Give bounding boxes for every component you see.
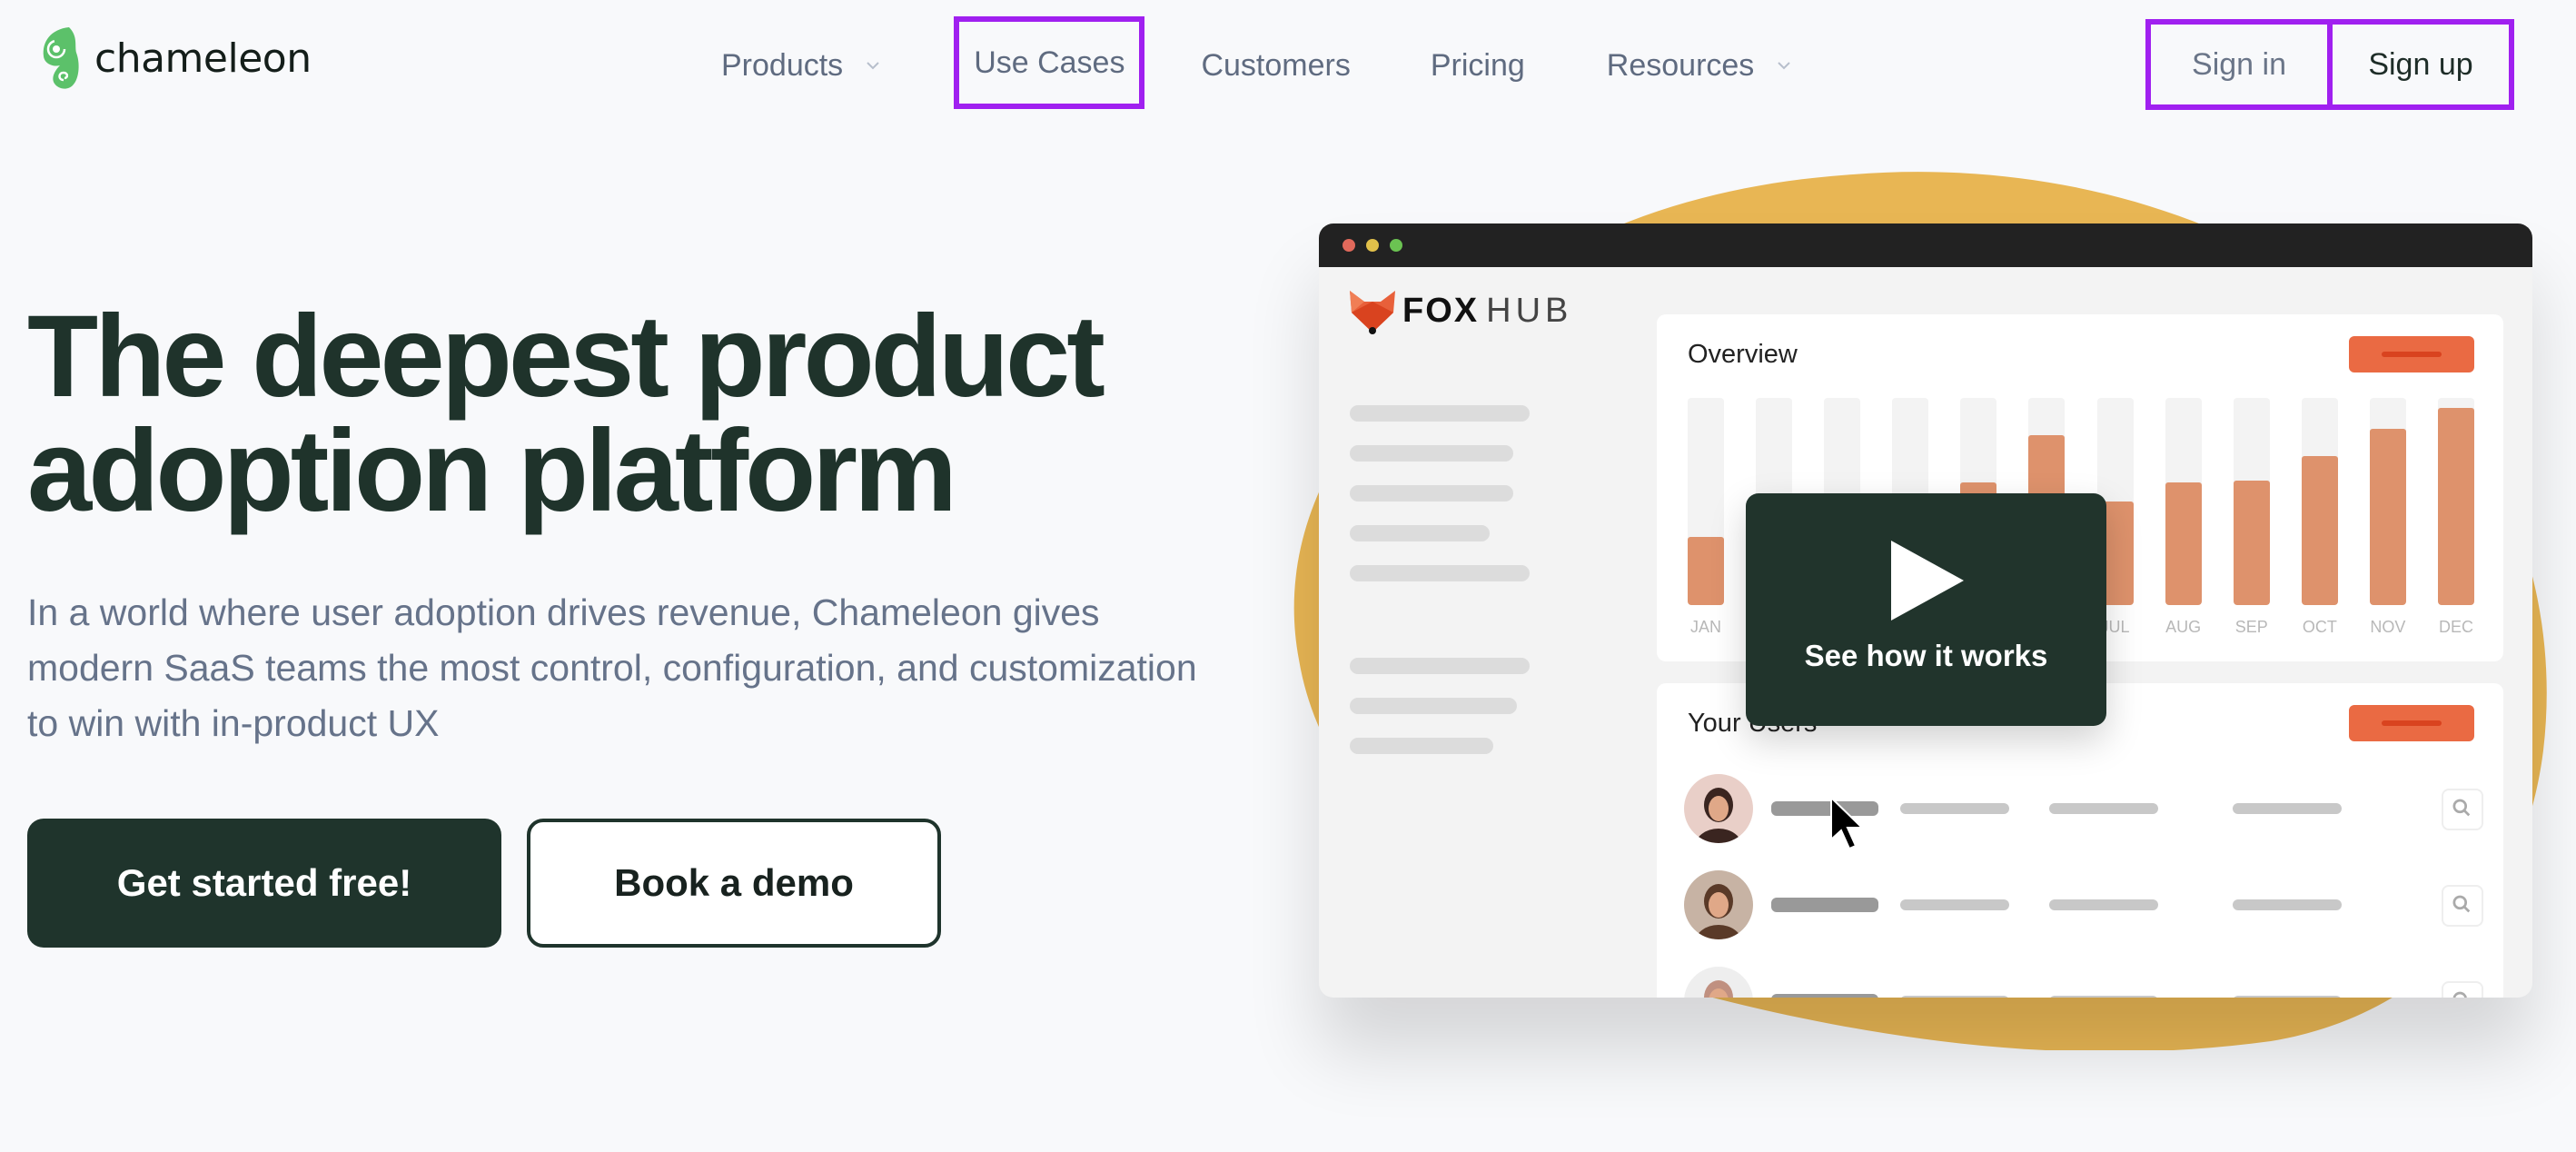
bar-dec [2438, 408, 2474, 605]
user-field-placeholder [2233, 803, 2342, 814]
bar-oct [2301, 455, 2338, 605]
sidebar-placeholder [1350, 565, 1530, 581]
bar-track-sep [2233, 398, 2270, 605]
get-started-button[interactable]: Get started free! [27, 819, 501, 948]
sidebar-placeholder [1350, 698, 1517, 714]
nav-resources[interactable]: Resources [1607, 33, 1793, 98]
bar-label-sep: SEP [2234, 618, 2268, 636]
bar-track-jan [1688, 398, 1724, 605]
nav-customers[interactable]: Customers [1201, 33, 1350, 98]
nav-use-cases-label: Use Cases [974, 45, 1125, 80]
sidebar-placeholder [1350, 405, 1530, 422]
mouse-cursor-icon [1830, 796, 1865, 850]
bar-track-oct [2301, 398, 2338, 605]
window-titlebar [1319, 223, 2532, 267]
search-icon [2452, 991, 2467, 998]
user-search-button[interactable] [2442, 885, 2483, 927]
sidebar-placeholder [1350, 525, 1490, 541]
bar-aug [2165, 482, 2202, 605]
user-field-placeholder [2049, 996, 2158, 998]
user-row[interactable] [1684, 870, 2483, 943]
video-play-card[interactable]: See how it works [1746, 493, 2106, 726]
foxhub-logo: FOX HUB [1350, 287, 1572, 334]
user-field-placeholder [1900, 803, 2009, 814]
main-nav: Products Use Cases Customers Pricing Res… [721, 16, 1793, 109]
user-field-placeholder [2233, 996, 2342, 998]
maximize-dot-icon [1390, 239, 1402, 252]
search-icon [2452, 895, 2471, 913]
user-search-button[interactable] [2442, 789, 2483, 830]
bar-label-jan: JAN [1689, 618, 1721, 636]
nav-resources-label: Resources [1606, 47, 1755, 83]
user-field-placeholder [2049, 899, 2158, 910]
bar-nov [2369, 429, 2406, 605]
user-name-placeholder [1771, 994, 1878, 998]
overview-action-button[interactable] [2349, 336, 2474, 372]
users-action-button[interactable] [2349, 705, 2474, 741]
user-field-placeholder [2049, 803, 2158, 814]
sidebar-placeholder [1350, 658, 1530, 674]
auth-buttons: Sign in Sign up [2145, 19, 2514, 110]
app-name-bold: FOX [1402, 291, 1480, 330]
video-label: See how it works [1804, 639, 2048, 672]
close-dot-icon [1342, 239, 1355, 252]
bar-track-dec [2438, 398, 2474, 605]
user-field-placeholder [1900, 899, 2009, 910]
user-search-button[interactable] [2442, 981, 2483, 998]
users-card: Your Users [1657, 683, 2503, 998]
user-row[interactable] [1684, 774, 2483, 847]
overview-title: Overview [1688, 340, 1798, 369]
nav-products-label: Products [721, 47, 844, 83]
bar-track-aug [2165, 398, 2202, 605]
bar-label-aug: AUG [2165, 618, 2202, 636]
sign-up-button[interactable]: Sign up [2333, 19, 2514, 110]
chameleon-logo-icon [43, 27, 79, 89]
chevron-down-icon [867, 62, 879, 70]
chameleon-logo[interactable]: chameleon [40, 25, 312, 91]
bar-sep [2233, 481, 2270, 605]
user-field-placeholder [1900, 996, 2009, 998]
headline-line-2: adoption platform [27, 406, 957, 536]
fox-icon [1350, 291, 1395, 334]
nav-products[interactable]: Products [721, 33, 881, 98]
bar-label-dec: DEC [2438, 618, 2473, 636]
user-row[interactable] [1684, 967, 2483, 998]
nav-pricing-label: Pricing [1430, 47, 1525, 83]
sign-in-button[interactable]: Sign in [2145, 19, 2333, 110]
bar-label-oct: OCT [2302, 618, 2337, 636]
user-avatar [1684, 870, 1753, 939]
minimize-dot-icon [1366, 239, 1379, 252]
user-avatar [1684, 967, 1753, 998]
bar-jan [1688, 536, 1724, 605]
sidebar-placeholder [1350, 445, 1513, 462]
headline-line-1: The deepest product [27, 292, 1105, 422]
sidebar-placeholder [1350, 738, 1493, 754]
chevron-down-icon [1778, 62, 1791, 70]
app-name-light: HUB [1486, 291, 1573, 330]
nav-use-cases[interactable]: Use Cases [954, 16, 1145, 109]
sidebar-placeholder [1350, 485, 1513, 502]
bar-label-nov: NOV [2370, 618, 2406, 636]
hero-subtext: In a world where user adoption drives re… [27, 591, 1197, 744]
user-field-placeholder [2233, 899, 2342, 910]
hero-headline: The deepest product adoption platform [27, 292, 1105, 536]
search-icon [2452, 799, 2471, 817]
user-avatar [1684, 774, 1753, 843]
play-icon [1891, 541, 1964, 621]
brand-name: chameleon [94, 35, 312, 82]
book-demo-button[interactable]: Book a demo [527, 819, 941, 948]
user-name-placeholder [1771, 898, 1878, 912]
nav-pricing[interactable]: Pricing [1431, 33, 1525, 98]
nav-customers-label: Customers [1201, 47, 1351, 83]
bar-track-nov [2369, 398, 2406, 605]
